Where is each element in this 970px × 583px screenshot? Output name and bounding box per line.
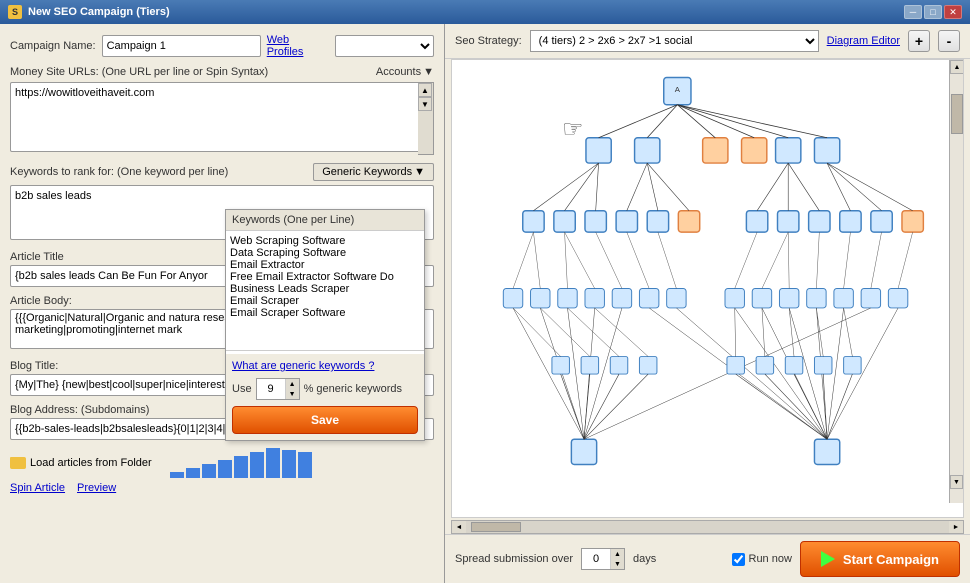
bar-chart (170, 448, 312, 478)
campaign-name-row: Campaign Name: Web Profiles (10, 34, 434, 58)
bar-chart-bar (170, 472, 184, 478)
seo-strategy-dropdown[interactable]: (4 tiers) 2 > 2x6 > 2x7 >1 social (530, 30, 819, 52)
diagram-area: ☞ ▲ ▼ A (451, 59, 964, 518)
days-spinner-down[interactable]: ▼ (611, 559, 624, 569)
bar-chart-bar (282, 450, 296, 478)
spread-label: Spread submission over (455, 553, 573, 565)
bar-chart-bar (202, 464, 216, 478)
seo-header: Seo Strategy: (4 tiers) 2 > 2x6 > 2x7 >1… (445, 24, 970, 59)
web-profiles-dropdown[interactable] (335, 35, 434, 57)
spin-article-link[interactable]: Spin Article (10, 482, 65, 494)
keywords-header: Keywords to rank for: (One keyword per l… (10, 163, 434, 181)
use-spinner-down[interactable]: ▼ (286, 389, 299, 399)
horizontal-scrollbar[interactable]: ◄ ► (451, 520, 964, 534)
use-row: Use ▲ ▼ % generic keywords (232, 378, 418, 400)
play-icon (821, 551, 835, 567)
popup-keywords-textarea[interactable] (226, 231, 424, 351)
hscroll-handle[interactable] (471, 522, 521, 532)
run-now-row: Run now (732, 553, 792, 566)
folder-icon (10, 457, 26, 469)
diagram-editor-link[interactable]: Diagram Editor (827, 35, 900, 47)
scroll-down-arrow[interactable]: ▼ (418, 97, 432, 111)
hand-cursor-icon: ☞ (562, 115, 584, 144)
run-now-label: Run now (749, 553, 792, 565)
app-icon: S (8, 5, 22, 19)
bar-chart-bar (234, 456, 248, 478)
generic-keywords-label: Generic Keywords (322, 166, 412, 178)
percent-label: % generic keywords (304, 383, 402, 395)
vertical-scrollbar[interactable]: ▲ ▼ (949, 60, 963, 503)
use-spinner-up[interactable]: ▲ (286, 379, 299, 389)
svg-text:A: A (675, 85, 681, 94)
maximize-button[interactable]: □ (924, 5, 942, 19)
days-spinners[interactable]: ▲ ▼ (610, 549, 624, 569)
what-are-generic-keywords-link[interactable]: What are generic keywords ? (232, 360, 418, 372)
days-value-input[interactable] (582, 549, 610, 569)
hscroll-left-arrow[interactable]: ◄ (452, 521, 466, 533)
right-panel: Seo Strategy: (4 tiers) 2 > 2x6 > 2x7 >1… (445, 24, 970, 583)
window-title: New SEO Campaign (Tiers) (28, 6, 170, 18)
close-button[interactable]: ✕ (944, 5, 962, 19)
popup-header: Keywords (One per Line) (226, 210, 424, 231)
accounts-label: Accounts (376, 66, 421, 78)
use-label: Use (232, 383, 252, 395)
scroll-up-arrow[interactable]: ▲ (418, 83, 432, 97)
days-spinner-up[interactable]: ▲ (611, 549, 624, 559)
bar-chart-bar (298, 452, 312, 478)
money-site-label: Money Site URLs: (One URL per line or Sp… (10, 66, 268, 78)
money-site-header: Money Site URLs: (One URL per line or Sp… (10, 66, 434, 78)
use-spinners[interactable]: ▲ ▼ (285, 379, 299, 399)
use-value-input[interactable] (257, 379, 285, 399)
accounts-button[interactable]: Accounts ▼ (376, 66, 434, 78)
vscroll-up-arrow[interactable]: ▲ (950, 60, 964, 74)
campaign-name-label: Campaign Name: (10, 40, 96, 52)
load-articles-label: Load articles from Folder (30, 457, 152, 469)
minimize-button[interactable]: ─ (904, 5, 922, 19)
vscroll-handle[interactable] (951, 94, 963, 134)
money-site-container: ▲ ▼ (10, 82, 434, 155)
keywords-label: Keywords to rank for: (One keyword per l… (10, 166, 228, 178)
save-button[interactable]: Save (232, 406, 418, 434)
start-campaign-button[interactable]: Start Campaign (800, 541, 960, 577)
generic-keywords-arrow: ▼ (414, 166, 425, 178)
start-campaign-label: Start Campaign (843, 552, 939, 567)
links-row: Spin Article Preview (10, 482, 434, 494)
days-number-input[interactable]: ▲ ▼ (581, 548, 625, 570)
zoom-in-button[interactable]: + (908, 30, 930, 52)
title-bar: S New SEO Campaign (Tiers) ─ □ ✕ (0, 0, 970, 24)
network-diagram-svg: A (452, 60, 963, 517)
money-site-textarea[interactable] (10, 82, 434, 152)
money-site-scrollbar[interactable]: ▲ ▼ (418, 82, 434, 155)
bottom-bar: Spread submission over ▲ ▼ days Run now … (445, 534, 970, 583)
preview-link[interactable]: Preview (77, 482, 116, 494)
left-panel: Campaign Name: Web Profiles Money Site U… (0, 24, 445, 583)
load-articles-button[interactable]: Load articles from Folder (10, 457, 152, 469)
keywords-popup: Keywords (One per Line) What are generic… (225, 209, 425, 441)
accounts-dropdown-arrow: ▼ (423, 66, 434, 78)
bar-chart-bar (186, 468, 200, 478)
bar-chart-bar (250, 452, 264, 478)
bar-chart-bar (266, 448, 280, 478)
campaign-name-input[interactable] (102, 35, 261, 57)
use-number-input[interactable]: ▲ ▼ (256, 378, 300, 400)
web-profiles-link[interactable]: Web Profiles (267, 34, 329, 58)
generic-keywords-button[interactable]: Generic Keywords ▼ (313, 163, 434, 181)
hscroll-right-arrow[interactable]: ► (949, 521, 963, 533)
run-now-checkbox[interactable] (732, 553, 745, 566)
bar-chart-bar (218, 460, 232, 478)
zoom-out-button[interactable]: - (938, 30, 960, 52)
days-label: days (633, 553, 656, 565)
bottom-left-row: Load articles from Folder (10, 448, 434, 478)
vscroll-down-arrow[interactable]: ▼ (950, 475, 963, 489)
popup-footer: What are generic keywords ? Use ▲ ▼ % ge… (226, 354, 424, 440)
seo-strategy-label: Seo Strategy: (455, 35, 522, 47)
